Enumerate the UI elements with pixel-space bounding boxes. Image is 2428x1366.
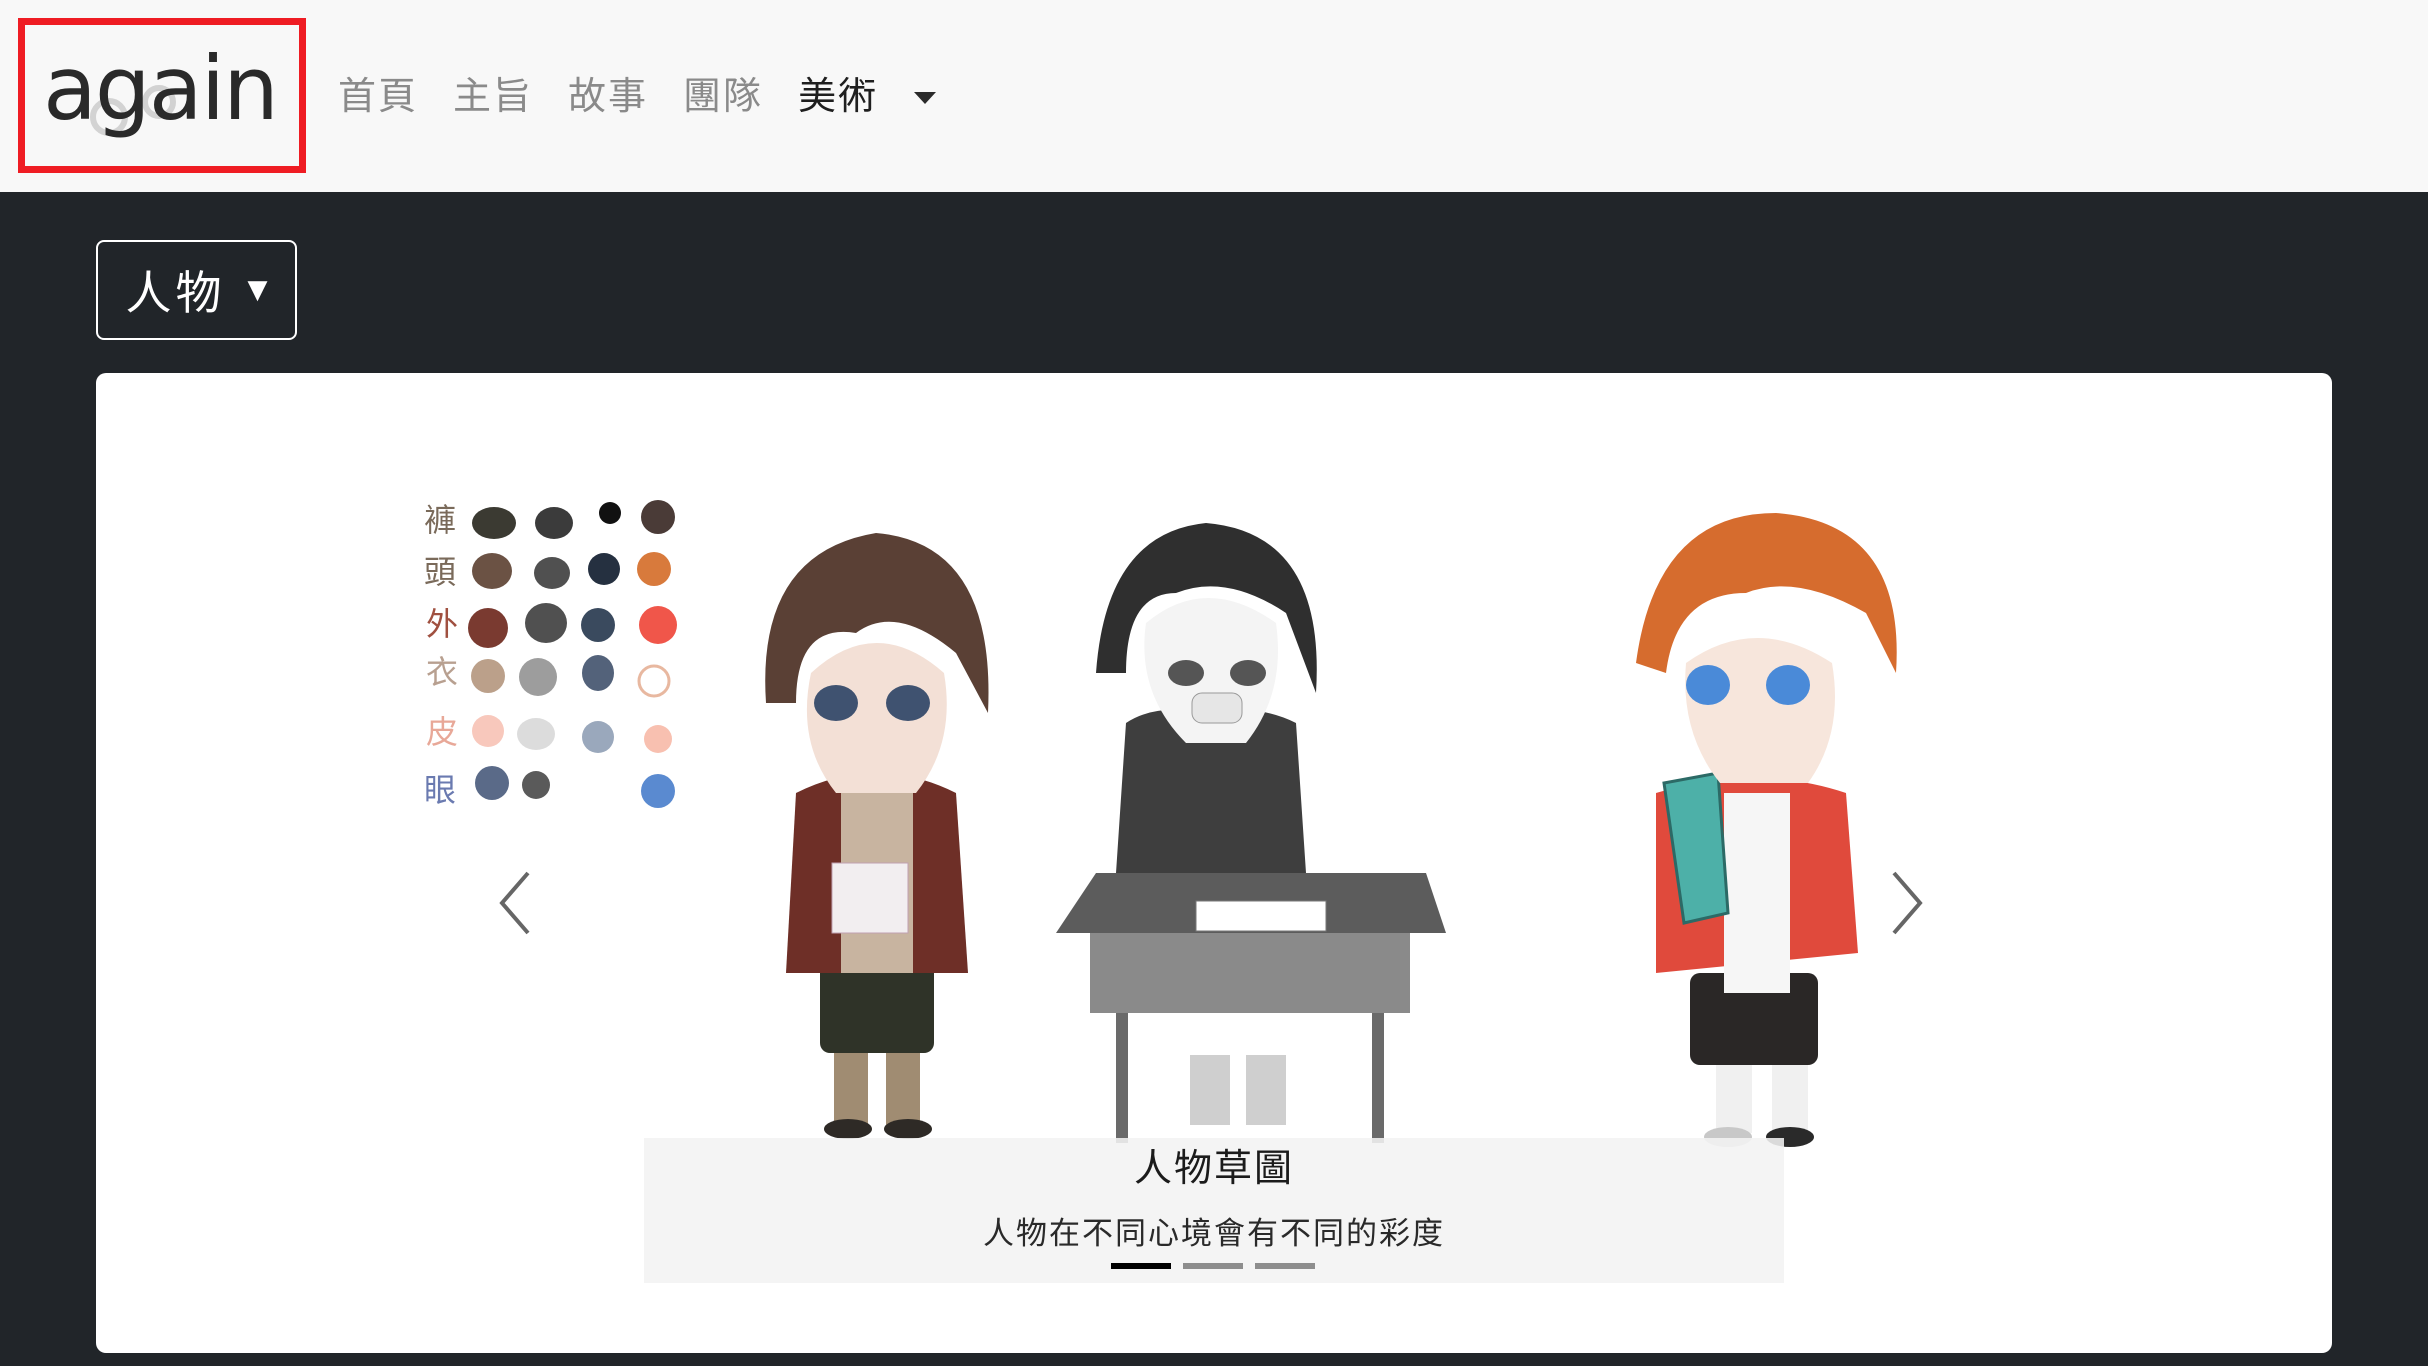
carousel-indicators bbox=[1111, 1263, 1327, 1269]
carousel-prev-button[interactable] bbox=[488, 833, 548, 973]
carousel-caption: 人物草圖 人物在不同心境會有不同的彩度 bbox=[644, 1138, 1784, 1283]
character-grey bbox=[1056, 523, 1446, 1143]
palette-label-jacket: 外 bbox=[426, 605, 458, 643]
color-palette bbox=[468, 500, 677, 808]
palette-label-pants: 褲 bbox=[424, 501, 456, 539]
nav-item-art[interactable]: 美術 bbox=[798, 66, 878, 126]
carousel-next-button[interactable] bbox=[1874, 833, 1934, 973]
character-brown bbox=[765, 533, 989, 1139]
logo-image: again bbox=[43, 47, 279, 140]
palette-label-eyes: 眼 bbox=[424, 771, 456, 809]
caption-title: 人物草圖 bbox=[1133, 1146, 1294, 1190]
carousel-indicator-3[interactable] bbox=[1255, 1263, 1315, 1269]
logo-text: again bbox=[43, 47, 277, 140]
carousel-indicator-2[interactable] bbox=[1183, 1263, 1243, 1269]
nav-item-theme[interactable]: 主旨 bbox=[453, 66, 533, 126]
dropdown-arrow-icon: ▼ bbox=[247, 275, 268, 305]
navbar: again 首頁 主旨 故事 團隊 美術 bbox=[0, 0, 2428, 192]
nav-item-team[interactable]: 團隊 bbox=[683, 66, 763, 126]
character-orange bbox=[1636, 513, 1897, 1147]
logo-link[interactable]: again bbox=[18, 18, 306, 173]
nav-item-home[interactable]: 首頁 bbox=[338, 66, 418, 126]
palette-label-skin: 皮 bbox=[426, 713, 458, 751]
palette-label-hair: 頭 bbox=[424, 553, 456, 591]
main-nav: 首頁 主旨 故事 團隊 美術 bbox=[338, 66, 937, 126]
dropdown-label: 人物 bbox=[125, 266, 226, 320]
chevron-left-icon bbox=[499, 871, 530, 935]
caption-text: 人物在不同心境會有不同的彩度 bbox=[983, 1216, 1445, 1252]
category-dropdown[interactable]: 人物 ▼ bbox=[96, 240, 297, 340]
carousel: 褲 頭 外 衣 皮 眼 人物草圖 人物在不同心境會有不同的彩度 bbox=[96, 373, 2332, 1353]
chevron-right-icon bbox=[1892, 871, 1923, 935]
palette-label-shirt: 衣 bbox=[426, 653, 458, 691]
nav-item-story[interactable]: 故事 bbox=[568, 66, 648, 126]
carousel-indicator-1[interactable] bbox=[1111, 1263, 1171, 1269]
caret-down-icon[interactable] bbox=[914, 92, 937, 104]
